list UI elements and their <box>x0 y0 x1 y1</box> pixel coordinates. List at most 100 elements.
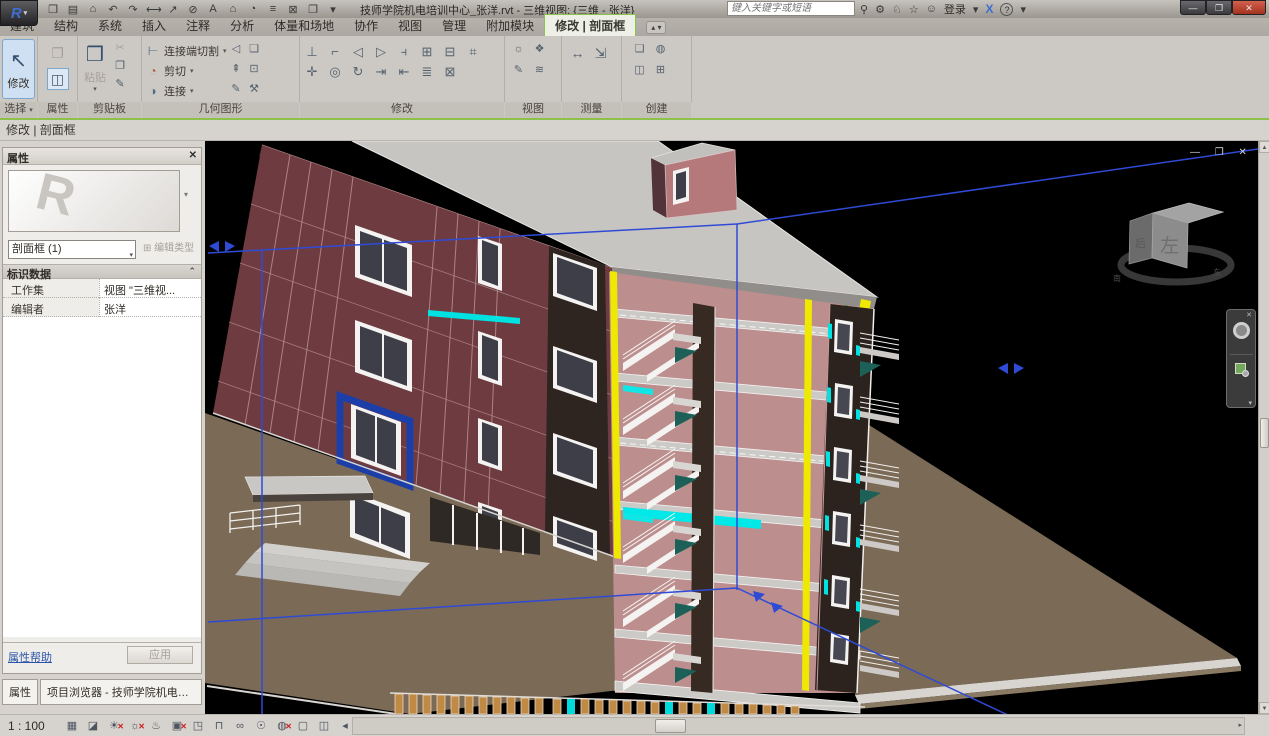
cut-icon[interactable]: ✂ <box>112 40 128 56</box>
exchange-apps-icon[interactable]: X <box>985 2 993 16</box>
application-menu-button[interactable]: R ▾ <box>0 0 38 26</box>
close-hidden-windows-icon[interactable]: ⊠ <box>286 3 300 16</box>
close-icon[interactable]: ✕ <box>189 150 197 161</box>
scroll-up-arrow[interactable]: ▲ <box>1259 141 1269 153</box>
hide-elements-icon[interactable]: ☼ <box>511 42 526 57</box>
beam-joins-icon[interactable]: ❏ <box>247 42 262 57</box>
copy-icon[interactable]: ❐ <box>112 58 128 74</box>
create-assembly-icon[interactable]: ◫ <box>632 63 647 78</box>
temp-view-properties-icon[interactable]: ▢ <box>295 718 311 734</box>
modify-button[interactable]: ↖ 修改 <box>2 39 35 99</box>
apply-button[interactable]: 应用 <box>127 646 193 664</box>
displaced-elements-icon[interactable]: ◫ <box>316 718 332 734</box>
navigation-bar[interactable]: ✕ ▾ <box>1226 309 1256 408</box>
selection-box-icon[interactable]: ❖ <box>532 42 547 57</box>
paint-icon[interactable]: ✎ <box>229 82 244 97</box>
tab-collaborate[interactable]: 协作 <box>344 15 388 36</box>
measure-icon[interactable]: ↗ <box>166 3 180 16</box>
type-selector-dropdown[interactable]: 剖面框 (1) ▾ <box>8 240 136 259</box>
aligned-dimension-icon[interactable]: ⟷ <box>146 3 160 16</box>
tab-structure[interactable]: 结构 <box>44 15 88 36</box>
dimension-tool-icon[interactable]: ⇲ <box>593 46 608 61</box>
horizontal-scrollbar[interactable]: ▸ <box>352 717 1245 735</box>
family-types-icon[interactable]: ❐ <box>47 42 69 64</box>
sun-path-icon[interactable]: ☀ <box>106 718 122 734</box>
cope-button[interactable]: ⊢ 连接端切割 ▾ <box>146 42 227 59</box>
unpin-icon[interactable]: ≣ <box>419 64 435 80</box>
tab-manage[interactable]: 管理 <box>432 15 476 36</box>
save-icon[interactable]: ▤ <box>66 3 80 16</box>
tab-systems[interactable]: 系统 <box>88 15 132 36</box>
customize-qat-icon[interactable]: ▾ <box>326 3 340 16</box>
copy-tool-icon[interactable]: ◎ <box>327 64 343 80</box>
close-button[interactable]: ✕ <box>1232 0 1266 15</box>
chevron-down-icon[interactable]: ▾ <box>184 190 188 199</box>
visual-style-icon[interactable]: ◪ <box>85 718 101 734</box>
sign-in-button[interactable]: 登录 <box>944 1 966 17</box>
building-3d-model[interactable]: 南 东 后 左 <box>205 141 1258 714</box>
create-group-icon[interactable]: ◍ <box>653 42 668 57</box>
restore-button[interactable]: ❐ <box>1206 0 1232 15</box>
tab-view[interactable]: 视图 <box>388 15 432 36</box>
tab-modify-section-box[interactable]: 修改 | 剖面框 <box>544 14 636 36</box>
show-crop-icon[interactable]: ◳ <box>190 718 206 734</box>
sync-with-central-icon[interactable]: ⌂ <box>86 3 100 15</box>
scrollbar-thumb[interactable] <box>655 719 686 733</box>
close-icon[interactable]: ✕ <box>1246 311 1252 319</box>
steering-wheel-icon[interactable] <box>1233 322 1250 339</box>
viewcube-side-label[interactable]: 后 <box>1135 237 1146 250</box>
cut-geometry-button[interactable]: ◔ 剪切 ▾ <box>146 62 227 79</box>
communication-center-icon[interactable]: ♘ <box>892 3 902 16</box>
view-lock-icon[interactable]: ⊓ <box>211 718 227 734</box>
shadows-icon[interactable]: ☼ <box>127 718 143 734</box>
scale-icon[interactable]: ⊟ <box>442 44 458 60</box>
override-graphics-icon[interactable]: ✎ <box>511 63 526 78</box>
tab-project-browser[interactable]: 项目浏览器 - 技师学院机电培训... <box>40 679 202 705</box>
edit-type-button[interactable]: ⊞ 编辑类型 <box>143 240 203 259</box>
chevron-down-icon[interactable]: ▾ <box>1020 3 1026 16</box>
tab-annotate[interactable]: 注释 <box>176 15 220 36</box>
tab-addins[interactable]: 附加模块 <box>476 15 544 36</box>
split-icon[interactable]: ⫞ <box>396 44 412 60</box>
mirror-pick-icon[interactable]: ▷ <box>373 44 389 60</box>
create-parts-icon[interactable]: ⊞ <box>653 63 668 78</box>
tab-properties[interactable]: 属性 <box>2 679 38 705</box>
array-icon[interactable]: ⊞ <box>419 44 435 60</box>
undo-icon[interactable]: ↶ <box>106 3 120 16</box>
reveal-hidden-icon[interactable]: ☉ <box>253 718 269 734</box>
collapse-chevron-icon[interactable]: ⌃ <box>188 266 196 277</box>
redo-icon[interactable]: ↷ <box>126 3 140 16</box>
chevron-down-icon[interactable]: ▾ <box>1248 399 1252 407</box>
identity-data-group-header[interactable]: 标识数据 ⌃ <box>3 264 201 279</box>
scroll-down-arrow[interactable]: ▼ <box>1259 702 1269 714</box>
ribbon-toggle-button[interactable]: ▴ ▾ <box>646 21 666 34</box>
properties-palette-icon[interactable]: ◫ <box>47 68 69 90</box>
view-scale-button[interactable]: 1 : 100 <box>8 719 45 733</box>
offset-icon[interactable]: ⌐ <box>327 44 343 60</box>
create-similar-icon[interactable]: ❏ <box>632 42 647 57</box>
search-icon[interactable]: ⚲ <box>860 3 868 16</box>
measure-tool-icon[interactable]: ↔ <box>570 46 585 61</box>
collapse-icon[interactable]: ◂ <box>337 718 353 734</box>
view-window-controls[interactable]: — ❐ ✕ <box>1190 147 1253 158</box>
scroll-right-arrow[interactable]: ▸ <box>1238 721 1242 729</box>
help-icon[interactable]: ? <box>1000 3 1013 16</box>
properties-help-link[interactable]: 属性帮助 <box>8 649 52 665</box>
thin-lines-icon[interactable]: ≡ <box>266 3 280 15</box>
favorites-icon[interactable]: ☆ <box>909 3 919 16</box>
text-icon[interactable]: A <box>206 3 220 15</box>
crop-view-icon[interactable]: ▣ <box>169 718 185 734</box>
switch-windows-icon[interactable]: ❐ <box>306 3 320 16</box>
viewcube-front-label[interactable]: 左 <box>1160 235 1179 257</box>
join-geometry-button[interactable]: ◑ 连接 ▾ <box>146 82 227 99</box>
scrollbar-thumb[interactable] <box>1260 418 1269 448</box>
property-value[interactable]: 视图 "三维视... <box>99 279 201 298</box>
worksharing-display-icon[interactable]: ◍ <box>274 718 290 734</box>
paste-button[interactable]: ❒ 粘贴 ▾ <box>80 39 110 95</box>
minimize-button[interactable]: — <box>1180 0 1206 15</box>
vertical-scrollbar[interactable]: ▲ ▼ <box>1258 141 1269 714</box>
subscription-icon[interactable]: ⚙ <box>875 3 885 16</box>
move-icon[interactable]: ✛ <box>304 64 320 80</box>
wall-joins-icon[interactable]: ◁ <box>229 42 244 57</box>
delete-icon[interactable]: ⊠ <box>442 64 458 80</box>
